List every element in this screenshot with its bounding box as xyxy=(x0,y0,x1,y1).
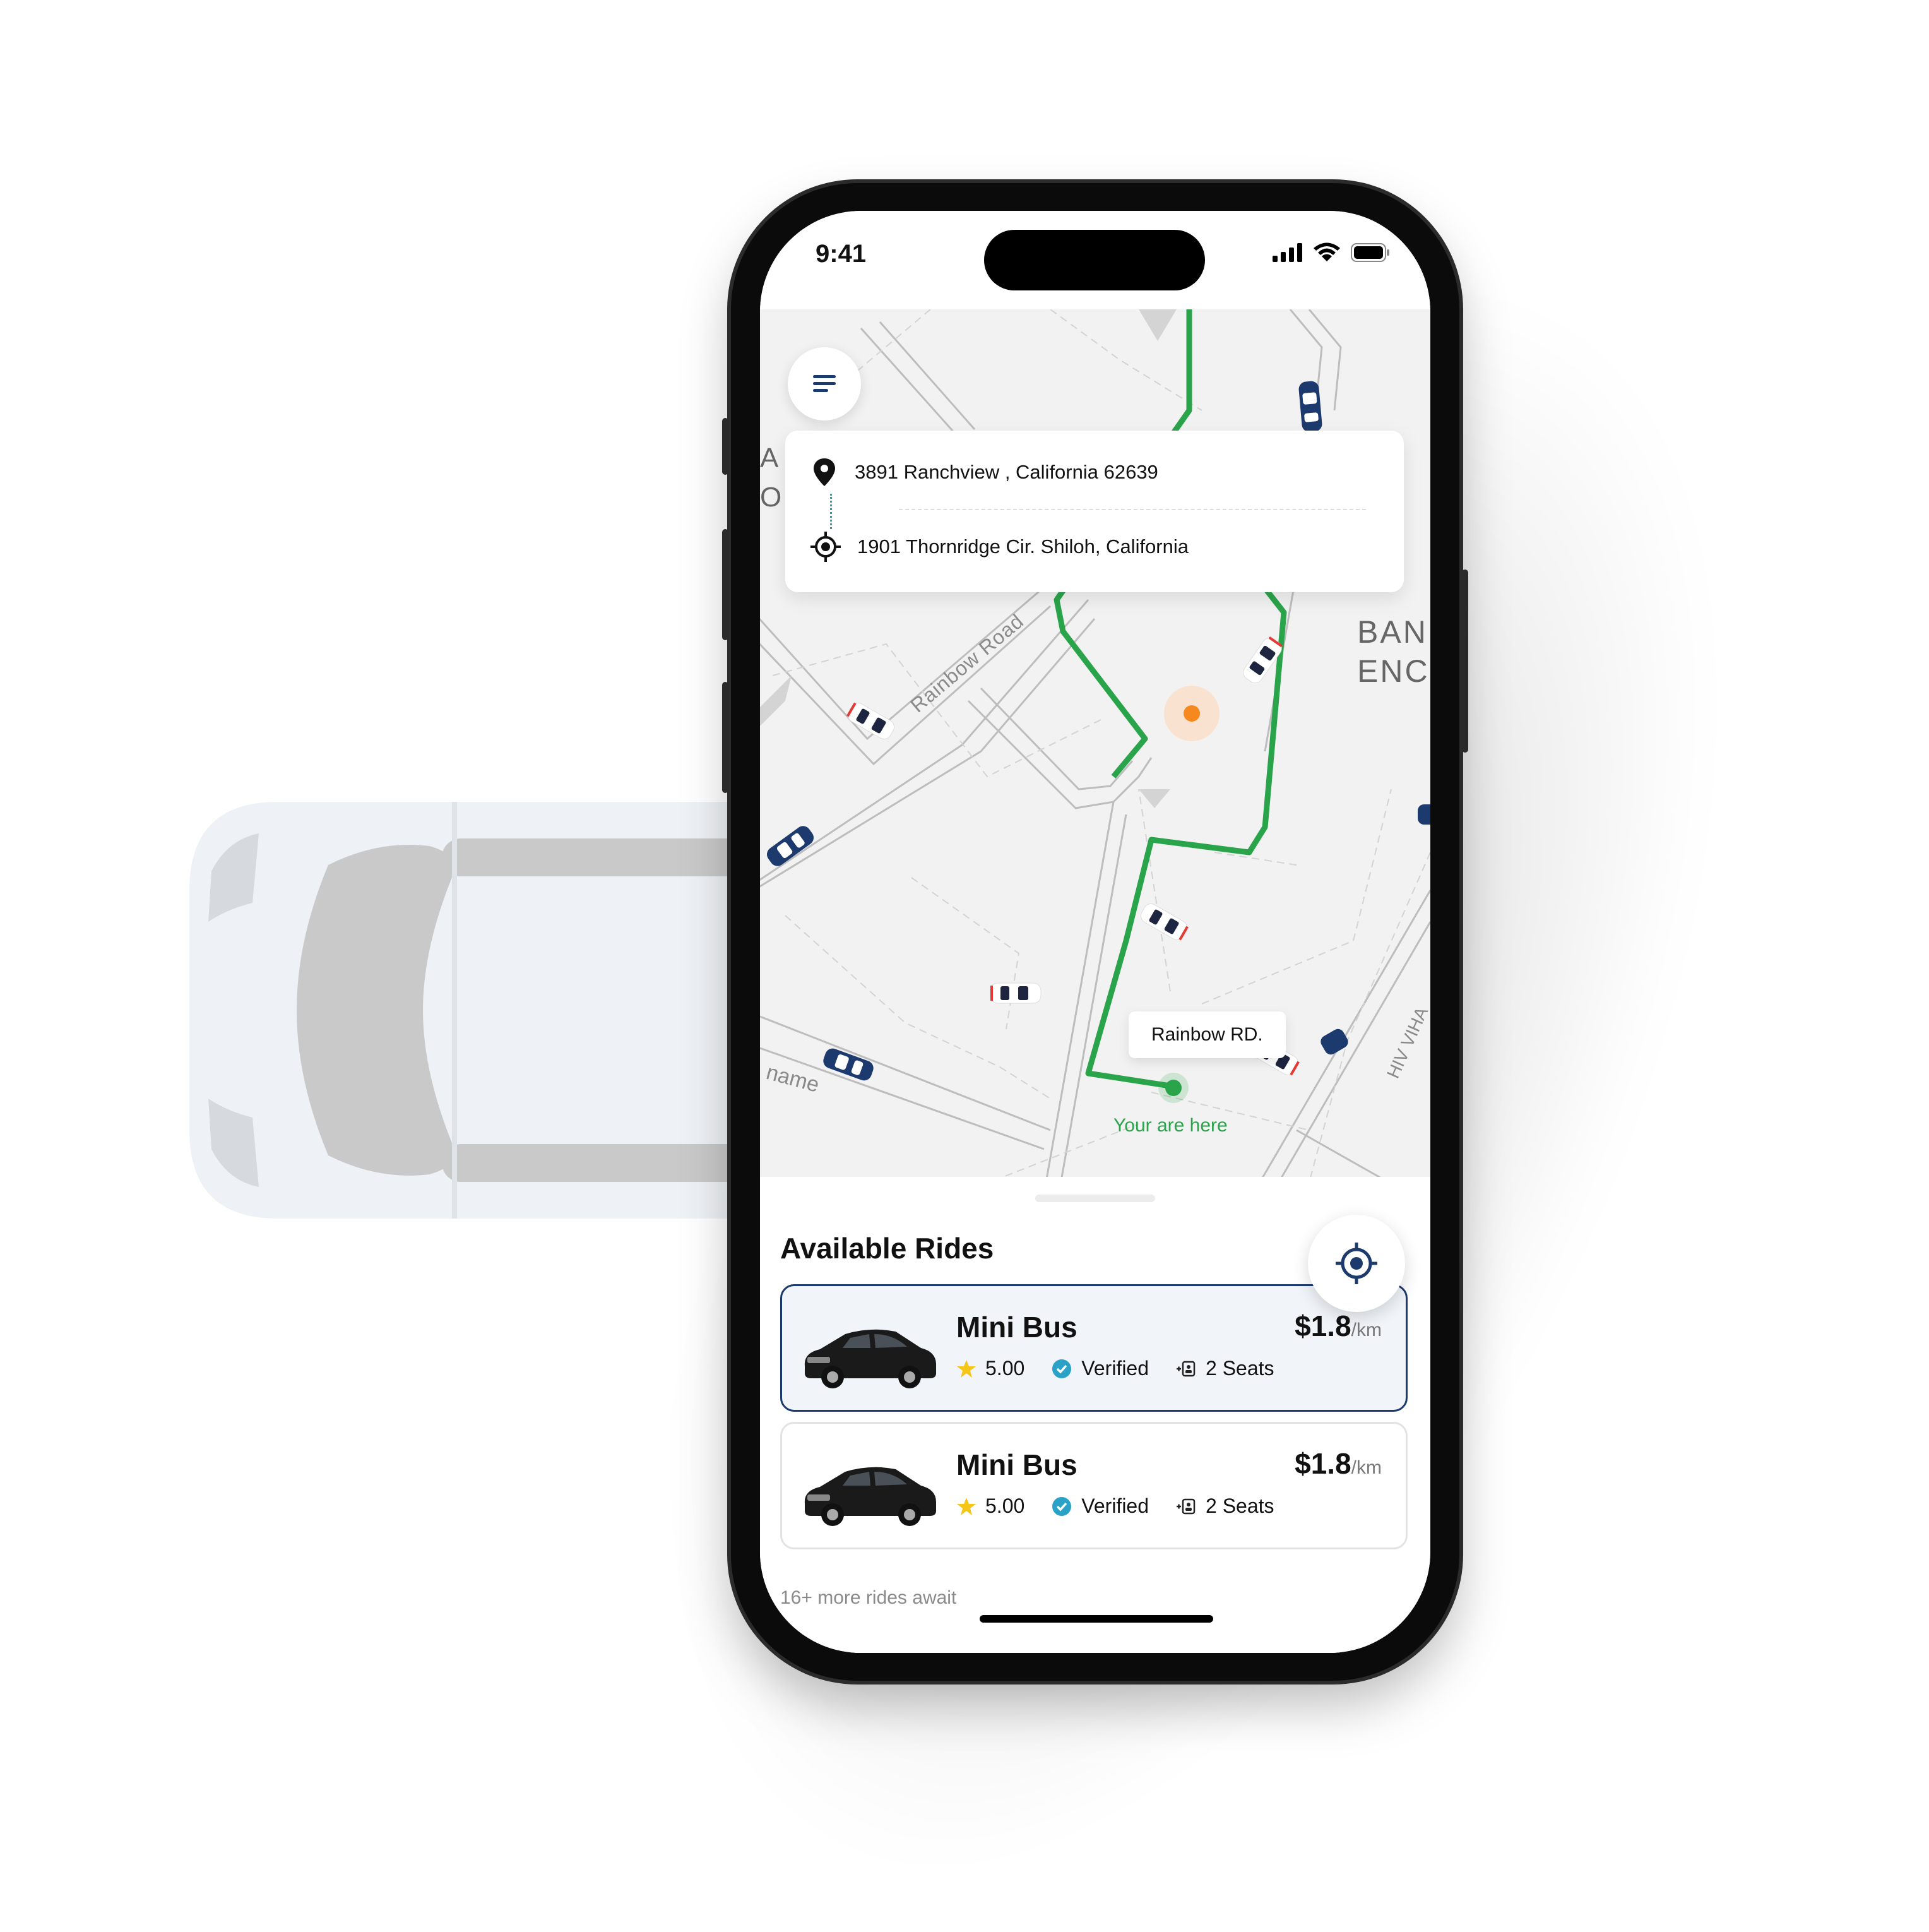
status-bar: 9:41 xyxy=(760,211,1430,309)
dynamic-island xyxy=(984,230,1205,290)
street-rainbow-road: Rainbow Road xyxy=(906,609,1028,717)
area-right-1: BAN xyxy=(1357,614,1428,650)
ride-rating: 5.00 xyxy=(985,1494,1025,1517)
signal-icon xyxy=(1273,243,1302,262)
ride-price-value: $1.8 xyxy=(1295,1447,1351,1480)
more-rides-link[interactable]: 16+ more rides await xyxy=(780,1587,956,1609)
sheet-drag-handle[interactable] xyxy=(1035,1195,1155,1202)
ride-seats: 2 Seats xyxy=(1206,1357,1274,1380)
app-screen: 9:41 Rainbow Road name A O BAN ENC HIV V… xyxy=(760,211,1430,1653)
wifi-icon xyxy=(1314,242,1340,261)
destination-callout: Rainbow RD. xyxy=(1129,1011,1286,1058)
phone-frame: 9:41 Rainbow Road name A O BAN ENC HIV V… xyxy=(722,183,1468,1681)
ride-price-unit: /km xyxy=(1351,1457,1382,1478)
star-icon xyxy=(957,1359,976,1378)
area-left-bottom: O xyxy=(760,482,781,513)
dropoff-row[interactable]: 1901 Thornridge Cir. Shiloh, California xyxy=(810,532,1189,562)
star-icon xyxy=(957,1497,976,1515)
ride-verified: Verified xyxy=(1081,1494,1149,1517)
ride-verified: Verified xyxy=(1081,1357,1149,1380)
action-button xyxy=(722,418,728,475)
you-are-here-label: Your are here xyxy=(1113,1115,1228,1136)
pickup-address: 3891 Ranchview , California 62639 xyxy=(855,461,1158,483)
ride-seats: 2 Seats xyxy=(1206,1494,1274,1517)
target-icon xyxy=(810,532,841,562)
status-time: 9:41 xyxy=(816,240,867,268)
available-rides-title: Available Rides xyxy=(780,1232,994,1265)
ride-rating: 5.00 xyxy=(985,1357,1025,1380)
seat-icon xyxy=(1177,1361,1196,1376)
car-image xyxy=(804,1329,936,1388)
home-indicator xyxy=(980,1615,1213,1623)
power-button xyxy=(1462,569,1468,753)
route-connector xyxy=(830,494,832,529)
car-image xyxy=(804,1467,936,1526)
ride-option[interactable]: Mini Bus $1.8/km 5.00 Verified 2 Seats xyxy=(780,1422,1408,1549)
verified-icon xyxy=(1052,1359,1072,1378)
battery-icon xyxy=(1351,243,1389,262)
ride-price-value: $1.8 xyxy=(1295,1309,1351,1342)
ride-price: $1.8/km xyxy=(1295,1446,1382,1481)
ride-meta: 5.00 Verified 2 Seats xyxy=(956,1494,1274,1518)
street-name: name xyxy=(764,1060,822,1097)
area-left-top: A xyxy=(760,443,779,474)
ride-option[interactable]: Mini Bus $1.8/km 5.00 Verified 2 Seats xyxy=(780,1284,1408,1412)
locate-me-button[interactable] xyxy=(1308,1215,1405,1312)
ride-price-unit: /km xyxy=(1351,1320,1382,1340)
background-car-illustration xyxy=(189,802,757,1219)
ride-name: Mini Bus xyxy=(956,1448,1077,1481)
seat-icon xyxy=(1177,1498,1196,1514)
volume-down-button xyxy=(722,682,728,793)
area-right-road: HIV VIHA xyxy=(1383,1004,1430,1081)
locate-icon xyxy=(1336,1243,1377,1284)
location-pin-icon xyxy=(814,458,835,486)
route-divider xyxy=(899,509,1366,510)
verified-icon xyxy=(1052,1496,1072,1516)
area-right-2: ENC xyxy=(1357,653,1430,689)
ride-price: $1.8/km xyxy=(1295,1309,1382,1343)
route-card: 3891 Ranchview , California 62639 1901 T… xyxy=(785,431,1404,592)
volume-up-button xyxy=(722,529,728,640)
dropoff-address: 1901 Thornridge Cir. Shiloh, California xyxy=(857,535,1189,558)
menu-button[interactable] xyxy=(788,347,861,420)
ride-name: Mini Bus xyxy=(956,1311,1077,1344)
pickup-row[interactable]: 3891 Ranchview , California 62639 xyxy=(810,457,1158,487)
status-icons xyxy=(1273,242,1390,263)
menu-icon xyxy=(813,375,836,392)
ride-meta: 5.00 Verified 2 Seats xyxy=(956,1357,1274,1380)
